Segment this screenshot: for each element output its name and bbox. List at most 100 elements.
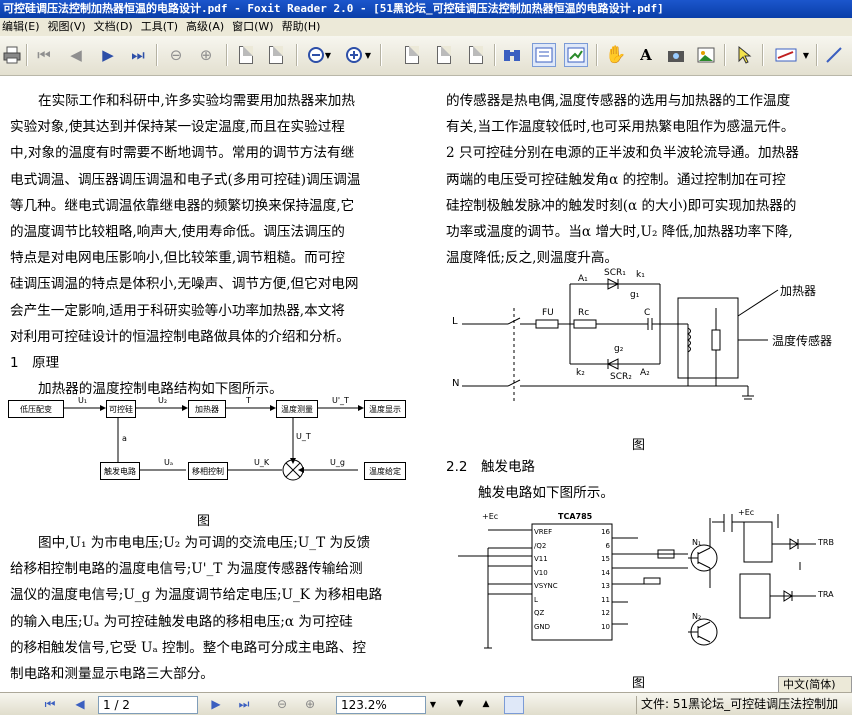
document-page[interactable]: 在实际工作和科研中,许多实验均需要用加热器来加热 实验对象,使其达到并保持某一设…	[0, 78, 852, 692]
circuit-label: TRA	[818, 590, 834, 599]
menu-tools[interactable]: 工具(T)	[139, 18, 184, 36]
chip-pin: VREF	[534, 528, 553, 536]
next-page-icon[interactable]: ▶	[206, 696, 226, 714]
paragraph-line: 会产生一定影响,适用于科研实验等小功率加热器,本文将	[10, 302, 345, 319]
zoom-input[interactable]: 123.2%	[336, 696, 426, 714]
block-temp-display: 温度显示	[364, 400, 406, 418]
hand-tool-icon[interactable]: ✋	[604, 43, 628, 67]
chip-pin: 6	[605, 541, 610, 550]
prev-page-icon[interactable]: ◀	[64, 43, 88, 67]
paragraph-line: 温仪的温度电信号;U_g 为温度调节给定电压;U_K 为移相电路	[10, 587, 383, 604]
block-phase-shift: 移相控制	[188, 462, 228, 480]
arrow-tool-icon[interactable]	[732, 43, 756, 67]
snapshot-icon[interactable]	[664, 43, 688, 67]
circuit-label: C	[644, 308, 651, 318]
signal-label: U₂	[158, 396, 168, 405]
highlight-dropdown-icon[interactable]: ▼	[800, 43, 812, 67]
single-page-icon[interactable]	[400, 43, 424, 67]
line-tool-icon[interactable]	[822, 43, 846, 67]
zoom-out-dropdown-icon[interactable]: ▼	[322, 43, 334, 67]
back-icon[interactable]: ⊖	[272, 696, 292, 714]
zoom-dropdown-icon[interactable]: ▼	[426, 696, 440, 714]
window-title: 可控硅调压法控制加热器恒温的电路设计.pdf - Foxit Reader 2.…	[0, 0, 852, 18]
paragraph-line: 硅控制极触发脉冲的触发时刻(α 的大小)即可实现加热器的	[446, 197, 797, 214]
block-scr: 可控硅	[106, 400, 136, 418]
signal-label: U_T	[296, 432, 311, 441]
forward-icon[interactable]: ⊕	[194, 43, 218, 67]
facing-icon[interactable]	[464, 43, 488, 67]
paragraph-line: 的传感器是热电偶,温度传感器的选用与加热器的工作温度	[446, 93, 791, 109]
continuous-facing-view-icon[interactable]	[590, 696, 610, 714]
chip-pin: GND	[534, 622, 551, 631]
menu-document[interactable]: 文档(D)	[92, 18, 139, 36]
next-page-icon[interactable]: ▶	[96, 43, 120, 67]
last-page-icon[interactable]: ⏭	[234, 696, 254, 714]
circuit-label: FU	[542, 308, 554, 318]
circuit-label: L	[452, 316, 458, 327]
single-page-view-icon[interactable]	[504, 696, 524, 714]
bookmark-icon[interactable]	[532, 43, 556, 67]
print-icon[interactable]	[0, 43, 24, 67]
zoom-in-icon[interactable]: ▲	[476, 696, 496, 714]
right-column-section: 2.2 触发电路 触发电路如下图所示。	[446, 454, 852, 506]
paragraph-line: 功率或温度的调节。当α 增大时,U₂ 降低,加热器功率下降,	[446, 224, 793, 241]
signal-label: U_g	[330, 458, 345, 467]
left-column: 在实际工作和科研中,许多实验均需要用加热器来加热 实验对象,使其达到并保持某一设…	[10, 88, 430, 402]
section-intro: 触发电路如下图所示。	[478, 485, 614, 501]
menu-view[interactable]: 视图(V)	[46, 18, 92, 36]
paragraph-line: 的输入电压;Uₐ 为可控硅触发电路的移相电压;α 为可控硅	[10, 613, 353, 630]
circuit-label: N₁	[692, 538, 702, 547]
copy-icon[interactable]	[234, 43, 258, 67]
image-icon[interactable]	[694, 43, 718, 67]
paragraph-line: 有关,当工作温度较低时,也可采用热繁电阻作为感温元件。	[446, 119, 795, 136]
menu-help[interactable]: 帮助(H)	[280, 18, 327, 36]
chip-pin: /Q2	[534, 541, 547, 550]
menu-edit[interactable]: 编辑(E)	[0, 18, 46, 36]
chip-pin: QZ	[534, 609, 545, 617]
page-number-input[interactable]: 1 / 2	[98, 696, 198, 714]
forward-icon[interactable]: ⊕	[300, 696, 320, 714]
continuous-view-icon[interactable]	[532, 696, 552, 714]
highlight-icon[interactable]	[774, 43, 798, 67]
continuous-icon[interactable]	[432, 43, 456, 67]
block-diagram: 低压配变 可控硅 加热器 温度测量 温度显示 触发电路 移相控制 温度给定 U₁…	[8, 392, 408, 506]
chip-pin: 13	[601, 582, 610, 590]
paragraph-line: 实验对象,使其达到并保持某一设定温度,而且在实验过程	[10, 119, 345, 136]
prev-page-icon[interactable]: ◀	[70, 696, 90, 714]
chip-name: TCA785	[558, 512, 593, 521]
first-page-icon[interactable]: ⏮	[40, 696, 60, 714]
signal-label: a	[122, 434, 127, 443]
paragraph-line: 2 只可控硅分别在电源的正半波和负半波轮流导通。加热器	[446, 145, 799, 162]
find-icon[interactable]	[500, 43, 524, 67]
text-select-icon[interactable]: A	[634, 43, 658, 67]
circuit-label: 加热器	[780, 284, 817, 298]
last-page-icon[interactable]: ⏭	[126, 43, 150, 67]
block-temp-measure: 温度测量	[276, 400, 318, 418]
back-icon[interactable]: ⊖	[164, 43, 188, 67]
first-page-icon[interactable]: ⏮	[32, 43, 56, 67]
block-trigger: 触发电路	[100, 462, 140, 480]
left-column-bottom: 图中,U₁ 为市电电压;U₂ 为可调的交流电压;U_T 为反馈 给移相控制电路的…	[10, 530, 430, 687]
paragraph-line: 给移相控制电路的温度电信号;U'_T 为温度传感器传输给测	[10, 561, 363, 578]
menu-advanced[interactable]: 高级(A)	[184, 18, 230, 36]
circuit-label: +Ec	[738, 508, 755, 517]
circuit-label: A₂	[640, 368, 650, 378]
paragraph-line: 图中,U₁ 为市电电压;U₂ 为可调的交流电压;U_T 为反馈	[38, 535, 371, 551]
paragraph-line: 硅调压调温的特点是体积小,无噪声、调节方便,但它对电网	[10, 276, 359, 293]
menu-window[interactable]: 窗口(W)	[230, 18, 279, 36]
block-low-voltage: 低压配变	[8, 400, 64, 418]
paste-icon[interactable]	[264, 43, 288, 67]
signal-label: U'_T	[332, 396, 349, 405]
circuit-label: TRB	[818, 538, 834, 547]
status-bar: ⏮ ◀ 1 / 2 ▶ ⏭ ⊖ ⊕ 123.2% ▼ ▼ ▲ 文件: 51黑论坛…	[0, 692, 852, 715]
chip-pin: L	[534, 595, 538, 604]
signal-label: U₁	[78, 396, 88, 405]
paragraph-line: 的移相触发信号,它受 Uₐ 控制。整个电路可分成主电路、控	[10, 639, 366, 656]
zoom-out-icon[interactable]: ▼	[450, 696, 470, 714]
circuit-label: g₂	[614, 344, 624, 354]
thumbnail-icon[interactable]	[564, 43, 588, 67]
signal-label: T	[246, 396, 251, 405]
facing-view-icon[interactable]	[560, 696, 580, 714]
signal-label: U_K	[254, 458, 270, 467]
zoom-in-dropdown-icon[interactable]: ▼	[362, 43, 374, 67]
